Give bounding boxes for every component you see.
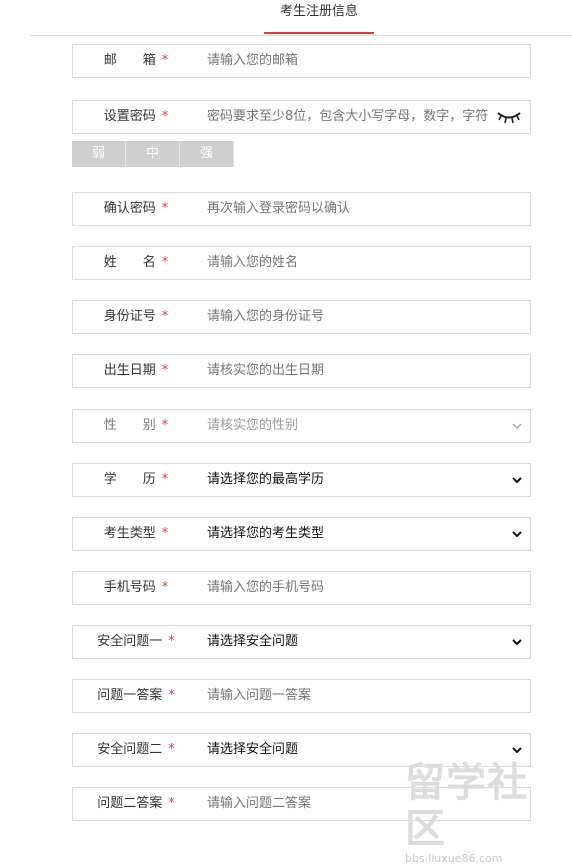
password-row: 设置密码 * [72,100,531,134]
gender-label: 性 别 * [103,418,169,433]
idcard-row: 身份证号 * [72,300,531,334]
confirm-password-row: 确认密码 * [72,192,531,226]
required-mark: * [161,418,169,433]
required-mark: * [161,526,169,541]
chevron-down-icon [512,423,522,430]
password-strength-meter: 弱 中 强 [72,141,234,167]
strength-strong: 强 [180,141,234,167]
strength-weak: 弱 [72,141,126,167]
watermark-url: bbs.liuxue86.com [405,852,503,865]
birth-date-label: 出生日期 * [103,363,169,378]
email-label: 邮 箱 * [103,53,169,68]
chevron-down-icon [512,531,522,538]
strength-medium: 中 [126,141,180,167]
confirm-password-label: 确认密码 * [103,201,169,216]
education-label: 学 历 * [103,472,169,487]
answer-1-label: 问题一答案 * [97,688,175,703]
password-input[interactable] [207,101,488,133]
education-row: 学 历 * 请选择您的最高学历 [72,463,531,497]
eye-closed-icon[interactable] [496,109,522,125]
tab-label: 考生注册信息 [279,4,358,19]
required-mark: * [168,688,175,703]
tab-active-underline [264,32,374,34]
required-mark: * [161,201,169,216]
phone-row: 手机号码 * [72,571,531,605]
answer-1-input[interactable] [207,680,522,712]
required-mark: * [168,634,175,649]
security-question-2-label: 安全问题二 * [97,742,175,757]
phone-input[interactable] [207,572,522,604]
candidate-type-select[interactable]: 请选择您的考生类型 [207,518,522,550]
watermark-text: 留学社区 [405,760,528,852]
birth-date-row: 出生日期 * [72,354,531,388]
required-mark: * [161,309,169,324]
tab-register-info[interactable]: 考生注册信息 [264,0,374,34]
name-input[interactable] [207,247,522,279]
idcard-label: 身份证号 * [103,309,169,324]
phone-label: 手机号码 * [103,580,169,595]
required-mark: * [161,109,169,124]
answer-1-row: 问题一答案 * [72,679,531,713]
required-mark: * [168,796,175,811]
password-label: 设置密码 * [103,109,169,124]
candidate-type-row: 考生类型 * 请选择您的考生类型 [72,517,531,551]
watermark-logo: 留学社区 bbs.liuxue86.com [405,760,565,865]
name-row: 姓 名 * [72,246,531,280]
email-row: 邮 箱 * [72,44,531,78]
required-mark: * [161,53,169,68]
security-question-1-select[interactable]: 请选择安全问题 [207,626,522,658]
email-input[interactable] [207,45,522,77]
idcard-input[interactable] [207,301,522,333]
gender-row: 性 别 * 请核实您的性别 [72,409,531,443]
answer-2-label: 问题二答案 * [97,796,175,811]
name-label: 姓 名 * [103,255,169,270]
birth-date-input[interactable] [207,355,522,387]
chevron-down-icon [512,639,522,646]
required-mark: * [161,363,169,378]
required-mark: * [161,580,169,595]
required-mark: * [161,472,169,487]
chevron-down-icon [512,477,522,484]
required-mark: * [161,255,169,270]
security-question-1-label: 安全问题一 * [97,634,175,649]
candidate-type-label: 考生类型 * [103,526,169,541]
chevron-down-icon [512,747,522,754]
tab-bar: 考生注册信息 [30,0,572,36]
required-mark: * [168,742,175,757]
security-question-1-row: 安全问题一 * 请选择安全问题 [72,625,531,659]
education-select[interactable]: 请选择您的最高学历 [207,464,522,496]
confirm-password-input[interactable] [207,193,522,225]
gender-select[interactable]: 请核实您的性别 [207,410,522,442]
